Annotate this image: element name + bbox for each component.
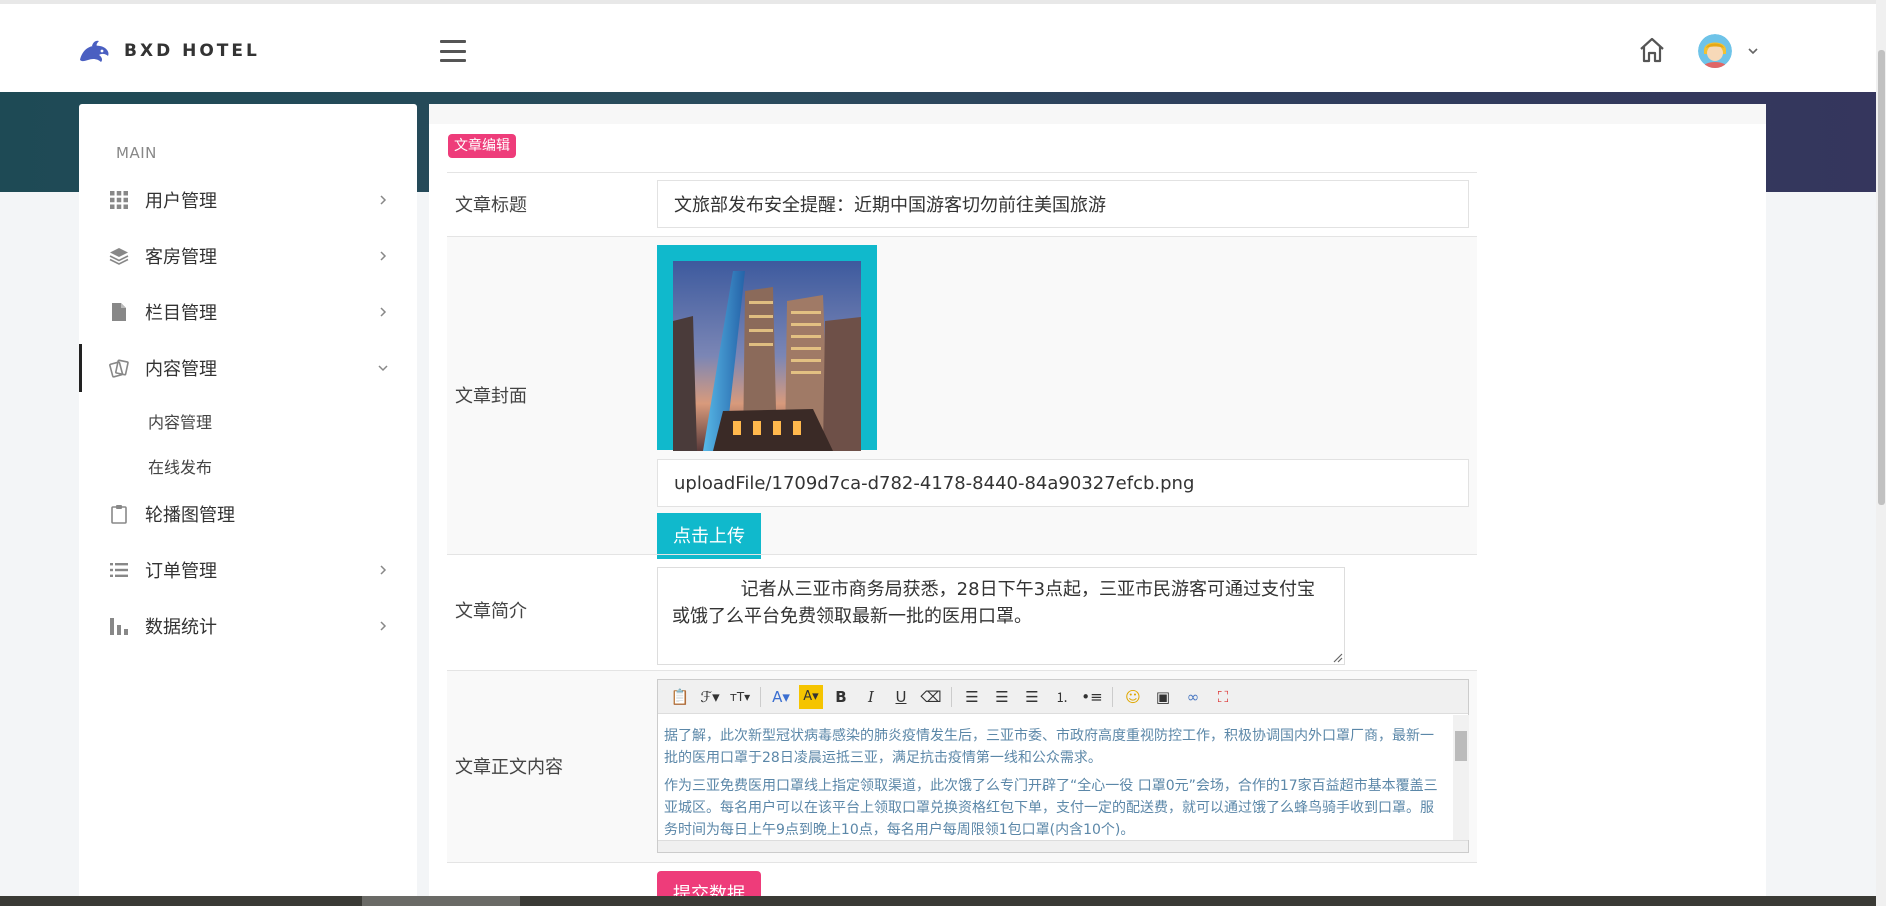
chevron-right-icon [380, 251, 387, 261]
sidebar-item-carousel[interactable]: 轮播图管理 [79, 490, 417, 538]
body-label: 文章正文内容 [455, 757, 563, 778]
form-row-cover: 文章封面 uploadFile/1709d7ca-d782-4178-8440-… [447, 236, 1477, 559]
taskbar-strip [0, 896, 1876, 906]
chevron-right-icon [380, 565, 387, 575]
align-left-icon[interactable]: ☰ [960, 685, 984, 709]
sidebar-subitem-content-manage[interactable]: 内容管理 [148, 409, 212, 433]
chevron-down-icon [378, 365, 388, 372]
align-center-icon[interactable]: ☰ [990, 685, 1014, 709]
brand-name: BXD HOTEL [124, 41, 260, 61]
font-family-icon[interactable]: ℱ▾ [698, 685, 722, 709]
align-right-icon[interactable]: ☰ [1020, 685, 1044, 709]
emoji-icon[interactable]: ☺ [1121, 685, 1145, 709]
bold-icon[interactable]: B [829, 685, 853, 709]
dolphin-logo-icon [80, 40, 109, 62]
summary-label: 文章简介 [455, 601, 527, 622]
ordered-list-icon[interactable]: ⒈ [1050, 685, 1074, 709]
user-avatar-icon [1698, 34, 1732, 68]
image-icon[interactable]: ▣ [1151, 685, 1175, 709]
menu-toggle-icon[interactable] [440, 40, 466, 62]
hotel-cover-image [673, 261, 861, 451]
cover-path-input[interactable]: uploadFile/1709d7ca-d782-4178-8440-84a90… [657, 459, 1469, 507]
chevron-down-icon[interactable] [1746, 44, 1760, 58]
editor-paragraph: 作为三亚免费医用口罩线上指定领取渠道，此次饿了么专门开辟了“全心一役 口罩0元”… [664, 778, 1438, 838]
editor-resize-bar[interactable] [658, 840, 1468, 852]
title-label: 文章标题 [455, 195, 527, 216]
highlight-color-icon[interactable]: A▾ [799, 684, 823, 709]
list-icon [110, 563, 128, 577]
italic-icon[interactable]: I [859, 685, 883, 709]
editor-toolbar: 📋 ℱ▾ тT▾ A▾ A▾ B I U ⌫ ☰ ☰ ☰ ⒈ •≡ ☺ ▣ ∞ [658, 680, 1468, 714]
sidebar-item-label: 内容管理 [145, 359, 217, 380]
sidebar-item-label: 客房管理 [145, 247, 217, 268]
grid-icon [110, 191, 128, 209]
page-scrollbar[interactable] [1876, 0, 1886, 906]
editor-scrollbar[interactable] [1453, 715, 1469, 840]
link-icon[interactable]: ∞ [1181, 685, 1205, 709]
sidebar-item-columns[interactable]: 栏目管理 [79, 288, 417, 336]
cards-icon [109, 359, 129, 378]
title-input[interactable]: 文旅部发布安全提醒：近期中国游客切勿前往美国旅游 [657, 180, 1469, 228]
unordered-list-icon[interactable]: •≡ [1080, 685, 1104, 709]
file-icon [112, 303, 126, 321]
form-row-title: 文章标题 文旅部发布安全提醒：近期中国游客切勿前往美国旅游 [447, 172, 1477, 236]
sidebar: MAIN 用户管理 客房管理 栏目管理 内容管理 内容管理 在线发布 轮播图管理… [79, 104, 417, 906]
font-size-icon[interactable]: тT▾ [728, 685, 752, 709]
sidebar-item-label: 数据统计 [145, 617, 217, 638]
sidebar-item-label: 用户管理 [145, 191, 217, 212]
summary-textarea[interactable]: 记者从三亚市商务局获悉，28日下午3点起，三亚市民游客可通过支付宝或饿了么平台免… [657, 567, 1345, 665]
sidebar-item-content[interactable]: 内容管理 [79, 344, 417, 392]
sidebar-section-label: MAIN [116, 144, 157, 162]
avatar[interactable] [1698, 34, 1732, 68]
upload-button[interactable]: 点击上传 [657, 513, 761, 559]
sidebar-item-label: 轮播图管理 [145, 505, 235, 526]
paste-icon[interactable]: 📋 [668, 685, 692, 709]
rich-text-editor[interactable]: 📋 ℱ▾ тT▾ A▾ A▾ B I U ⌫ ☰ ☰ ☰ ⒈ •≡ ☺ ▣ ∞ [657, 679, 1469, 853]
sidebar-item-rooms[interactable]: 客房管理 [79, 232, 417, 280]
bar-chart-icon [110, 618, 128, 635]
home-icon[interactable] [1638, 36, 1666, 64]
sidebar-subitem-online-publish[interactable]: 在线发布 [148, 454, 212, 478]
sidebar-item-users[interactable]: 用户管理 [79, 176, 417, 224]
clipboard-icon [111, 505, 127, 524]
brand[interactable]: BXD HOTEL [78, 38, 260, 64]
form-tag: 文章编辑 [448, 134, 516, 158]
layers-icon [109, 248, 129, 265]
sidebar-item-label: 栏目管理 [145, 303, 217, 324]
eraser-icon[interactable]: ⌫ [919, 685, 943, 709]
editor-paragraph: 据了解，此次新型冠状病毒感染的肺炎疫情发生后，三亚市委、市政府高度重视防控工作，… [664, 728, 1434, 766]
chevron-right-icon [380, 195, 387, 205]
underline-icon[interactable]: U [889, 685, 913, 709]
chevron-right-icon [380, 621, 387, 631]
form-row-body: 文章正文内容 📋 ℱ▾ тT▾ A▾ A▾ B I U ⌫ ☰ ☰ ☰ ⒈ •≡ [447, 670, 1477, 862]
main-content: 文章编辑 文章标题 文旅部发布安全提醒：近期中国游客切勿前往美国旅游 文章封面 [429, 104, 1766, 906]
font-color-icon[interactable]: A▾ [769, 685, 793, 709]
sidebar-item-statistics[interactable]: 数据统计 [79, 602, 417, 650]
sidebar-item-orders[interactable]: 订单管理 [79, 546, 417, 594]
content-top-strip [429, 104, 1766, 124]
cover-image-frame[interactable] [657, 245, 877, 451]
cover-label: 文章封面 [455, 386, 527, 407]
resize-grip-icon[interactable] [1331, 651, 1343, 663]
sidebar-item-label: 订单管理 [145, 561, 217, 582]
top-header: BXD HOTEL [0, 0, 1876, 92]
editor-content[interactable]: 据了解，此次新型冠状病毒感染的肺炎疫情发生后，三亚市委、市政府高度重视防控工作，… [658, 715, 1453, 840]
chevron-right-icon [380, 307, 387, 317]
form-row-summary: 文章简介 记者从三亚市商务局获悉，28日下午3点起，三亚市民游客可通过支付宝或饿… [447, 554, 1477, 670]
fullscreen-icon[interactable]: ⛶ [1211, 685, 1235, 709]
